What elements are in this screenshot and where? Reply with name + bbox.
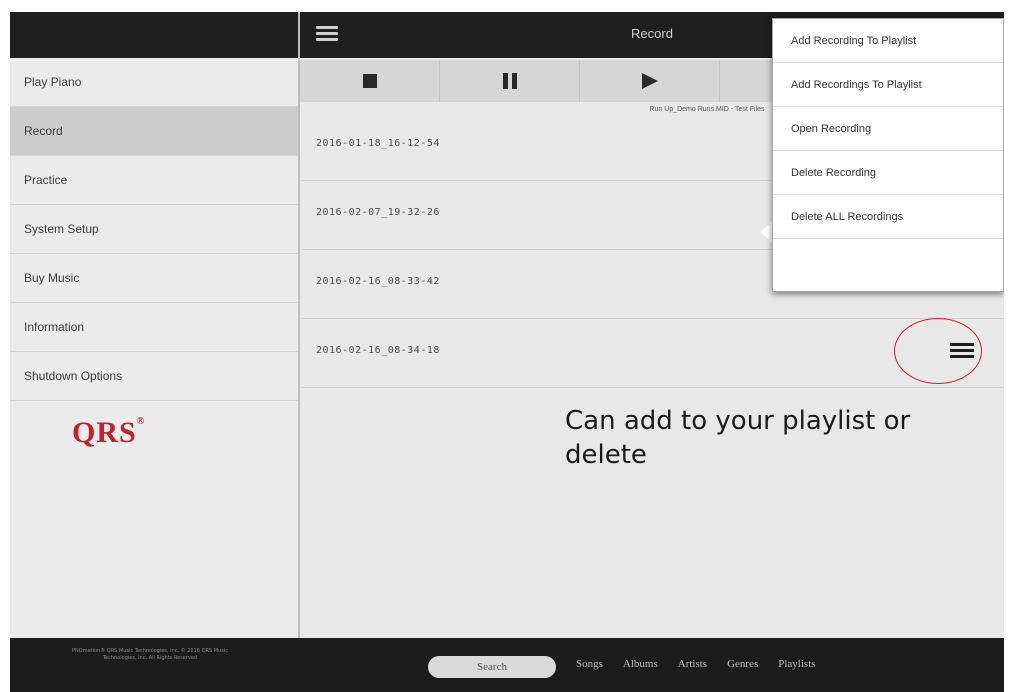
menu-item-delete-recording[interactable]: Delete Recording (773, 151, 1003, 195)
search-input[interactable]: Search (428, 656, 556, 678)
sidebar-item-practice[interactable]: Practice (10, 156, 298, 205)
menu-item-add-recording-to-playlist[interactable]: Add Recording To Playlist (773, 19, 1003, 63)
footer-link-playlists[interactable]: Playlists (778, 658, 815, 670)
sidebar-item-system-setup[interactable]: System Setup (10, 205, 298, 254)
popover-arrow (760, 222, 772, 242)
recording-name: 2016-02-16_08-34-18 (316, 345, 440, 356)
recording-options-menu: Add Recording To Playlist Add Recordings… (772, 18, 1004, 292)
app-window: Play Piano Record Practice System Setup … (10, 12, 1004, 692)
stop-button[interactable] (300, 60, 440, 102)
copyright-text: PNOmation® QRS Music Technologies, Inc. … (72, 648, 228, 661)
recording-name: 2016-02-16_08-33-42 (316, 276, 440, 287)
footer-link-genres[interactable]: Genres (727, 658, 758, 670)
sidebar-item-record[interactable]: Record (10, 107, 298, 156)
sidebar-item-buy-music[interactable]: Buy Music (10, 254, 298, 303)
pause-icon (502, 73, 517, 89)
sidebar-item-play-piano[interactable]: Play Piano (10, 58, 298, 107)
bottom-bar: PNOmation® QRS Music Technologies, Inc. … (10, 638, 1004, 692)
footer-link-albums[interactable]: Albums (623, 658, 658, 670)
footer-link-artists[interactable]: Artists (678, 658, 707, 670)
play-icon (641, 73, 658, 89)
annotation-text: Can add to your playlist or delete (565, 406, 911, 470)
menu-item-add-recordings-to-playlist[interactable]: Add Recordings To Playlist (773, 63, 1003, 107)
sidebar-item-shutdown-options[interactable]: Shutdown Options (10, 352, 298, 401)
stop-icon (362, 74, 377, 88)
sidebar: Play Piano Record Practice System Setup … (10, 12, 300, 638)
recording-name: 2016-02-07_19-32-26 (316, 207, 440, 218)
highlight-circle (894, 318, 982, 384)
footer-nav: Songs Albums Artists Genres Playlists (576, 658, 816, 670)
play-button[interactable] (580, 60, 720, 102)
sidebar-header (10, 12, 298, 58)
menu-item-delete-all-recordings[interactable]: Delete ALL Recordings (773, 195, 1003, 239)
recording-name: 2016-01-18_16-12-54 (316, 138, 440, 149)
footer-link-songs[interactable]: Songs (576, 658, 603, 670)
sidebar-item-information[interactable]: Information (10, 303, 298, 352)
menu-item-open-recording[interactable]: Open Recording (773, 107, 1003, 151)
pause-button[interactable] (440, 60, 580, 102)
qrs-logo: QRS® (72, 416, 146, 449)
